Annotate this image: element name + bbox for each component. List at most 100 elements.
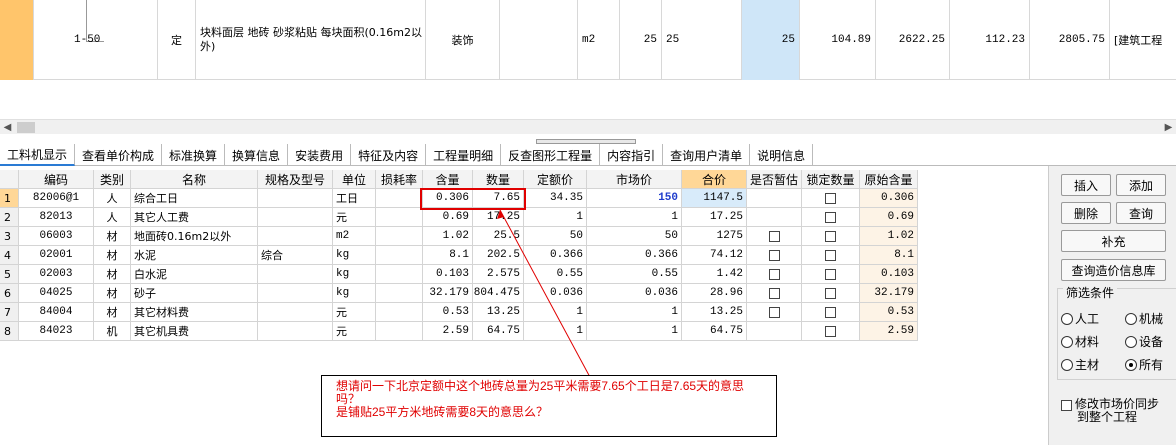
quantity-cell[interactable]: 25 — [742, 0, 800, 80]
tab-quantity-detail[interactable]: 工程量明细 — [426, 144, 502, 166]
cell-quantity[interactable]: 804.475 — [473, 284, 524, 303]
cell-orig-content[interactable]: 0.306 — [860, 189, 918, 208]
row-number[interactable]: 8 — [0, 322, 19, 341]
cell-total[interactable]: 64.75 — [682, 322, 747, 341]
cell-total[interactable]: 1147.5 — [682, 189, 747, 208]
checkbox[interactable] — [825, 211, 836, 223]
cell-estimate[interactable] — [747, 265, 802, 284]
cell-quota-price[interactable]: 50 — [524, 227, 587, 246]
cell-code[interactable]: 04025 — [19, 284, 94, 303]
insert-button[interactable]: 插入 — [1061, 174, 1111, 196]
cell-total[interactable]: 13.25 — [682, 303, 747, 322]
cell-quota-price[interactable]: 0.036 — [524, 284, 587, 303]
cell-content[interactable]: 32.179 — [423, 284, 473, 303]
table-row[interactable]: 6 04025 材 砂子 kg 32.179 804.475 0.036 0.036 28.96 3… — [0, 284, 918, 303]
cell-unit[interactable]: 工日 — [333, 189, 376, 208]
cell-code[interactable]: 82013 — [19, 208, 94, 227]
radio-equipment[interactable]: 设备 — [1125, 333, 1163, 350]
header-estimate[interactable]: 是否暂估 — [747, 170, 802, 189]
tab-reverse-graphic[interactable]: 反查图形工程量 — [501, 144, 601, 166]
query-price-db-button[interactable]: 查询造价信息库 — [1061, 259, 1166, 281]
cell-estimate[interactable] — [747, 303, 802, 322]
tab-content-guide[interactable]: 内容指引 — [600, 144, 664, 166]
row-number[interactable]: 2 — [0, 208, 19, 227]
cell-lock-qty[interactable] — [802, 265, 860, 284]
checkbox[interactable] — [768, 306, 780, 318]
tab-conversion-info[interactable]: 换算信息 — [225, 144, 289, 166]
cell-market-price[interactable]: 0.036 — [587, 284, 682, 303]
header-quantity[interactable]: 数量 — [473, 170, 524, 189]
cell-total[interactable]: 74.12 — [682, 246, 747, 265]
cell-market-price[interactable]: 0.55 — [587, 265, 682, 284]
header-content[interactable]: 含量 — [423, 170, 473, 189]
checkbox-box[interactable] — [1061, 400, 1072, 411]
cell-category[interactable]: 材 — [94, 265, 131, 284]
cell-quantity[interactable]: 2.575 — [473, 265, 524, 284]
cell-unit[interactable]: kg — [333, 265, 376, 284]
tab-features[interactable]: 特征及内容 — [351, 144, 427, 166]
cell-spec[interactable] — [258, 208, 333, 227]
cell-market-price[interactable]: 0.366 — [587, 246, 682, 265]
table-row[interactable]: 7 84004 材 其它材料费 元 0.53 13.25 1 1 13.25 0.53 — [0, 303, 918, 322]
row-number[interactable]: 1 — [0, 189, 19, 208]
cell-orig-content[interactable]: 0.53 — [860, 303, 918, 322]
qty-formula-cell[interactable]: 25 — [662, 0, 742, 80]
header-total[interactable]: 合价 — [682, 170, 747, 189]
row-number[interactable]: 7 — [0, 303, 19, 322]
table-row[interactable]: 8 84023 机 其它机具费 元 2.59 64.75 1 1 64.75 2.59 — [0, 322, 918, 341]
cell-total[interactable]: 17.25 — [682, 208, 747, 227]
cell-loss-rate[interactable] — [376, 227, 423, 246]
header-code[interactable]: 编码 — [19, 170, 94, 189]
cell-quantity[interactable]: 13.25 — [473, 303, 524, 322]
cell-lock-qty[interactable] — [802, 208, 860, 227]
cell-category[interactable]: 材 — [94, 303, 131, 322]
cell-loss-rate[interactable] — [376, 284, 423, 303]
quota-name-cell[interactable]: 块料面层 地砖 砂浆粘贴 每块面积(0.16m2以外) — [196, 0, 426, 80]
cell-lock-qty[interactable] — [802, 227, 860, 246]
table-row[interactable]: 3 06003 材 地面砖0.16m2以外 m2 1.02 25.5 50 50 1275 1.02 — [0, 227, 918, 246]
checkbox[interactable] — [768, 249, 780, 261]
blank-cell[interactable] — [500, 0, 578, 80]
delete-button[interactable]: 删除 — [1061, 202, 1111, 224]
cell-lock-qty[interactable] — [802, 303, 860, 322]
cell-orig-content[interactable]: 0.103 — [860, 265, 918, 284]
row-number[interactable]: 6 — [0, 284, 19, 303]
table-row[interactable]: 5 02003 材 白水泥 kg 0.103 2.575 0.55 0.55 1.42 0.103 — [0, 265, 918, 284]
cell-unit[interactable]: 元 — [333, 322, 376, 341]
tab-unit-price-breakdown[interactable]: 查看单价构成 — [75, 144, 163, 166]
cell-loss-rate[interactable] — [376, 265, 423, 284]
cell-name[interactable]: 其它人工费 — [131, 208, 258, 227]
header-name[interactable]: 名称 — [131, 170, 258, 189]
cell-quantity[interactable]: 202.5 — [473, 246, 524, 265]
cell-unit[interactable]: 元 — [333, 303, 376, 322]
cell-orig-content[interactable]: 32.179 — [860, 284, 918, 303]
quota-type-cell[interactable]: 定 — [158, 0, 196, 80]
cell-quota-price[interactable]: 1 — [524, 322, 587, 341]
unit-price2-cell[interactable]: 112.23 — [950, 0, 1030, 80]
cell-category[interactable]: 材 — [94, 284, 131, 303]
cell-name[interactable]: 其它机具费 — [131, 322, 258, 341]
cell-loss-rate[interactable] — [376, 208, 423, 227]
cell-code[interactable]: 02001 — [19, 246, 94, 265]
sync-market-price-checkbox[interactable]: 修改市场价同步 到整个工程 — [1061, 398, 1159, 424]
cell-estimate[interactable] — [747, 208, 802, 227]
header-category[interactable]: 类别 — [94, 170, 131, 189]
cell-loss-rate[interactable] — [376, 246, 423, 265]
cell-loss-rate[interactable] — [376, 189, 423, 208]
cell-quantity[interactable]: 64.75 — [473, 322, 524, 341]
horizontal-scrollbar[interactable]: ◀ ▶ — [0, 119, 1176, 134]
unit-price-cell[interactable]: 104.89 — [800, 0, 876, 80]
tab-installation-fee[interactable]: 安装费用 — [288, 144, 352, 166]
radio-main-material[interactable]: 主材 — [1061, 356, 1099, 373]
checkbox[interactable] — [768, 268, 780, 280]
checkbox[interactable] — [825, 306, 836, 318]
cell-orig-content[interactable]: 8.1 — [860, 246, 918, 265]
cell-loss-rate[interactable] — [376, 322, 423, 341]
checkbox[interactable] — [825, 287, 836, 299]
radio-material[interactable]: 材料 — [1061, 333, 1099, 350]
quota-category-cell[interactable]: 装饰 — [426, 0, 500, 80]
quota-unit-cell[interactable]: m2 — [578, 0, 620, 80]
cell-name[interactable]: 水泥 — [131, 246, 258, 265]
scroll-left-icon[interactable]: ◀ — [0, 120, 15, 135]
cell-total[interactable]: 1.42 — [682, 265, 747, 284]
